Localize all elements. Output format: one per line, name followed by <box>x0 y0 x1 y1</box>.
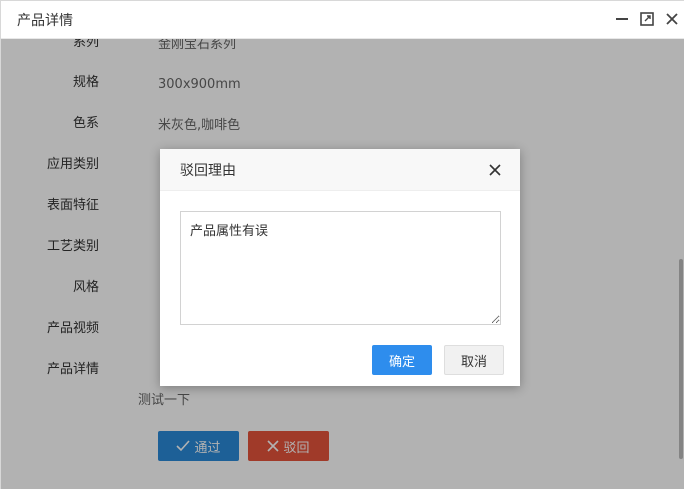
dialog-close-icon[interactable] <box>486 161 504 179</box>
reason-textarea[interactable]: 产品属性有误 <box>180 211 501 325</box>
dialog-header: 驳回理由 <box>160 149 520 191</box>
product-detail-window: 产品详情 系列 金刚宝石系列 规格 300x900mm 色系 米灰色,咖啡色 应… <box>0 0 684 489</box>
minimize-icon[interactable] <box>613 10 631 28</box>
cancel-button[interactable]: 取消 <box>444 345 504 375</box>
dialog-title: 驳回理由 <box>180 163 236 179</box>
window-title: 产品详情 <box>17 13 73 29</box>
close-icon[interactable] <box>663 10 681 28</box>
maximize-icon[interactable] <box>638 10 656 28</box>
confirm-button[interactable]: 确定 <box>372 345 432 375</box>
reject-reason-dialog: 驳回理由 产品属性有误 确定 取消 <box>160 149 520 386</box>
window-titlebar: 产品详情 <box>1 1 684 39</box>
